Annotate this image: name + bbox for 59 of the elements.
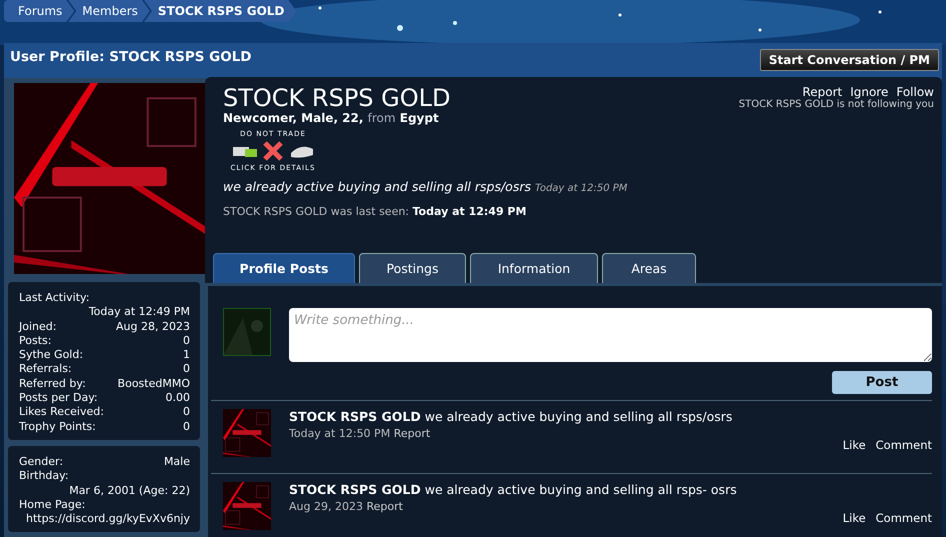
- stat-value: Aug 28, 2023: [116, 320, 190, 334]
- profile-action-link[interactable]: Ignore: [850, 85, 888, 99]
- stat-value: Today at 12:49 PM: [88, 305, 190, 320]
- comment-link[interactable]: Comment: [876, 511, 932, 525]
- like-link[interactable]: Like: [842, 511, 866, 525]
- post-time: Aug 29, 2023: [289, 500, 363, 513]
- comment-field[interactable]: Write something...: [289, 308, 932, 362]
- post-author-link[interactable]: STOCK RSPS GOLD: [289, 409, 421, 424]
- stat-label: Referred by:: [19, 376, 86, 392]
- post-time: Today at 12:50 PM: [289, 427, 390, 440]
- stat-value: 0: [183, 362, 190, 377]
- about-label: Birthday:: [19, 469, 69, 484]
- about-value: Mar 6, 2001 (Age: 22): [69, 484, 190, 498]
- post-text: STOCK RSPS GOLD we already active buying and selling all rsps- osrs: [289, 482, 738, 497]
- breadcrumb-link[interactable]: Forums: [4, 0, 74, 22]
- from-label: from: [368, 111, 396, 125]
- stat-label: Posts:: [19, 334, 52, 348]
- stat-label: Posts per Day:: [19, 391, 98, 406]
- about-value: Male: [164, 454, 190, 470]
- about-value: https://discord.gg/kyEvXv6njy: [26, 512, 190, 526]
- stat-label: Referrals:: [19, 362, 72, 377]
- post-author-link[interactable]: STOCK RSPS GOLD: [289, 482, 421, 497]
- last-seen-time: Today at 12:49 PM: [412, 205, 526, 218]
- profile-tab[interactable]: Postings: [359, 253, 466, 283]
- post-text: STOCK RSPS GOLD we already active buying and selling all rsps/osrs: [289, 409, 734, 424]
- stat-label: Sythe Gold:: [19, 348, 84, 362]
- stat-value: BoostedMMO: [118, 376, 190, 392]
- like-link[interactable]: Like: [842, 438, 866, 452]
- breadcrumb-link[interactable]: STOCK RSPS GOLD: [144, 0, 296, 22]
- breadcrumb-link[interactable]: Members: [68, 0, 150, 22]
- post-button[interactable]: Post: [832, 371, 932, 394]
- start-conversation-button[interactable]: Start Conversation / PM: [760, 49, 939, 71]
- stat-value: 1: [183, 348, 190, 362]
- profile-action-link[interactable]: Follow: [896, 85, 934, 99]
- status-message: we already active buying and selling all rsps/osrs Today at 12:50 PM: [223, 179, 628, 194]
- stat-label: Joined:: [19, 320, 56, 334]
- status-time: Today at 12:50 PM: [534, 183, 628, 194]
- stat-value: 0: [183, 334, 190, 348]
- stat-label: Trophy Points:: [19, 420, 96, 434]
- about-label: Gender:: [19, 454, 64, 470]
- profile-tab[interactable]: Areas: [602, 253, 696, 283]
- follow-note: STOCK RSPS GOLD is not following you: [738, 99, 934, 110]
- about-label: Home Page:: [19, 498, 86, 512]
- profile-tab[interactable]: Profile Posts: [213, 253, 355, 283]
- user-name: STOCK RSPS GOLD: [223, 85, 452, 111]
- stat-label: Last Activity:: [19, 291, 90, 306]
- stat-value: 0: [183, 405, 190, 420]
- page-title: User Profile: STOCK RSPS GOLD: [10, 49, 252, 65]
- report-link[interactable]: Report: [366, 500, 403, 513]
- user-title: Newcomer, Male, 22,: [223, 111, 364, 125]
- user-location: Egypt: [400, 111, 439, 125]
- stat-value: 0.00: [166, 391, 190, 406]
- comment-link[interactable]: Comment: [876, 438, 932, 452]
- stat-value: 0: [183, 420, 190, 434]
- last-seen-label: STOCK RSPS GOLD was last seen:: [223, 205, 410, 218]
- profile-action-link[interactable]: Report: [802, 85, 842, 99]
- profile-tab[interactable]: Information: [470, 253, 598, 283]
- report-link[interactable]: Report: [394, 427, 430, 440]
- stat-label: Likes Received:: [19, 405, 104, 420]
